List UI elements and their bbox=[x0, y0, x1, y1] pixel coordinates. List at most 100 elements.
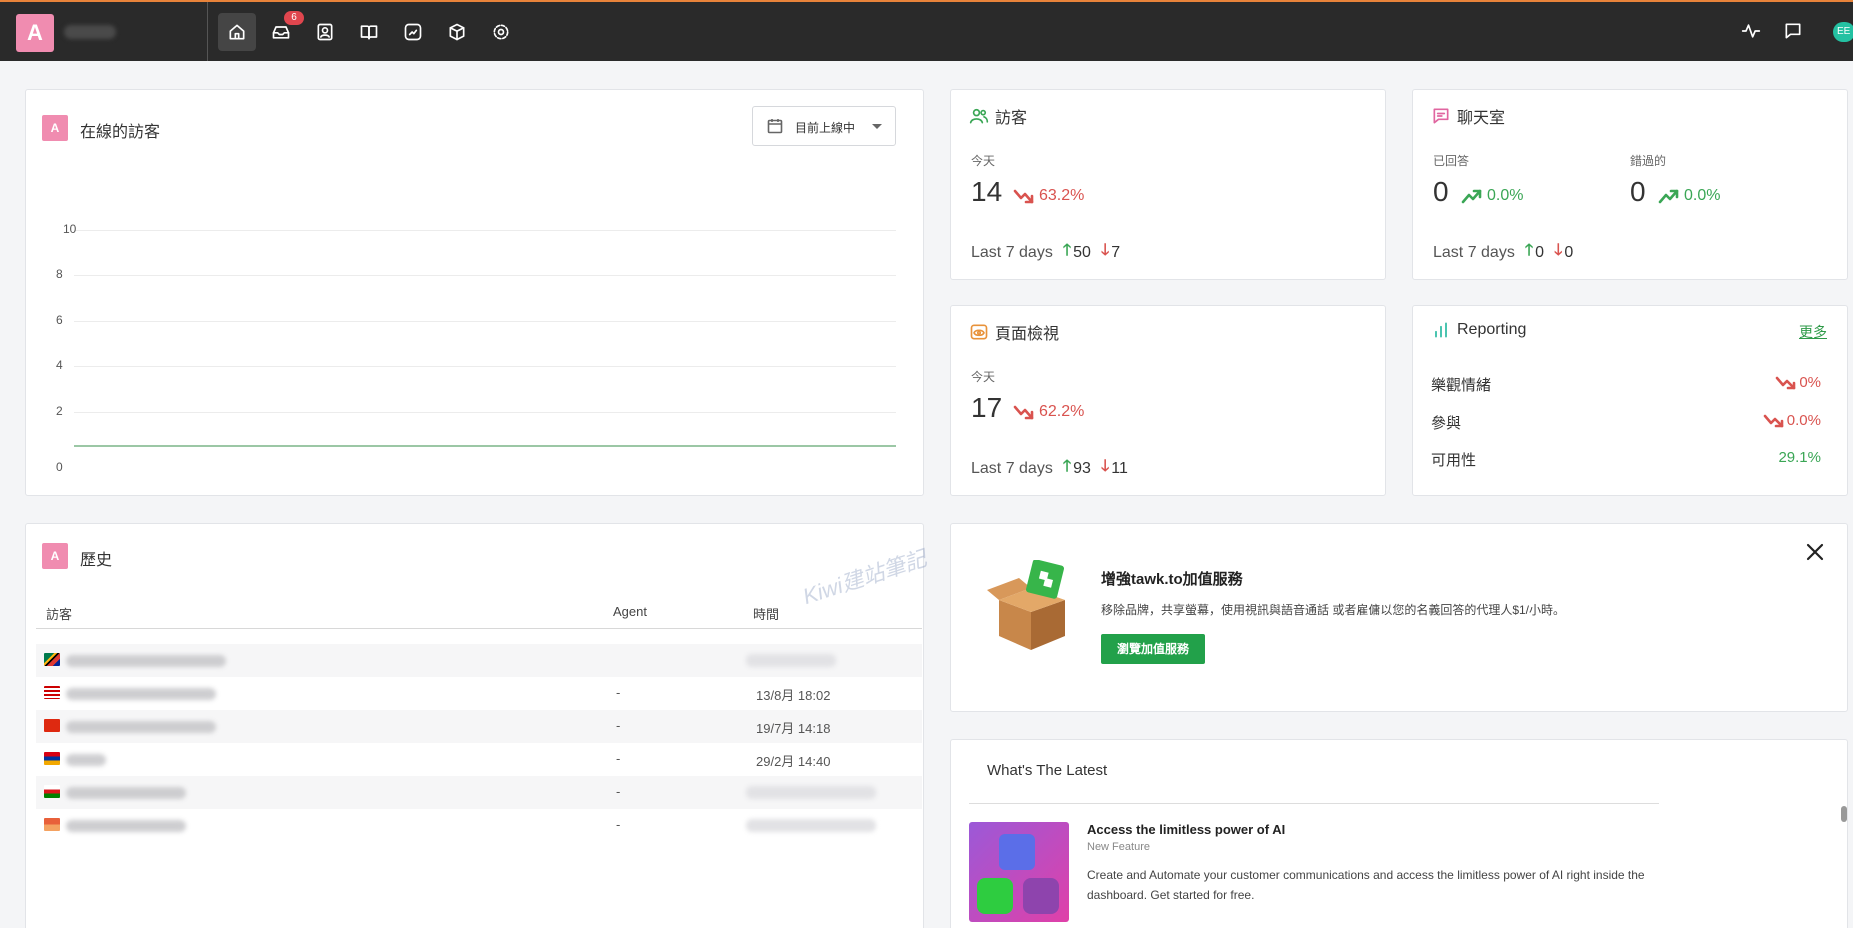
property-name-blurred bbox=[64, 25, 116, 39]
nav-settings-button[interactable] bbox=[482, 13, 520, 51]
users-icon bbox=[969, 108, 989, 124]
agent-cell: - bbox=[616, 817, 621, 832]
visitors-last7-down: 7 bbox=[1111, 243, 1121, 261]
flag-malaysia-icon bbox=[44, 686, 60, 699]
nav-knowledge-base-button[interactable] bbox=[350, 13, 388, 51]
column-header-visitor[interactable]: 訪客 bbox=[46, 604, 72, 623]
reporting-row-label: 樂觀情緒 bbox=[1431, 377, 1492, 394]
whats-latest-card: What's The Latest Access the limitless p… bbox=[950, 739, 1848, 928]
reporting-row-value: 29.1% bbox=[1778, 449, 1821, 466]
browse-addons-button[interactable]: 瀏覽加值服務 bbox=[1101, 634, 1205, 664]
pageviews-today-value: 17 bbox=[971, 392, 1003, 423]
reports-icon bbox=[404, 23, 422, 41]
chart-gridline bbox=[74, 275, 896, 277]
column-header-agent[interactable]: Agent bbox=[613, 604, 647, 619]
nav-addons-button[interactable] bbox=[438, 13, 476, 51]
answered-value: 0 bbox=[1433, 176, 1449, 207]
reporting-card: Reporting 更多 樂觀情緒 0% 參與 0.0% 可用性 29.1% bbox=[1412, 305, 1848, 496]
column-header-time[interactable]: 時間 bbox=[753, 604, 779, 623]
pageviews-last7-up: 93 bbox=[1073, 459, 1091, 477]
ai-feature-thumbnail[interactable] bbox=[969, 822, 1069, 922]
time-cell: 13/8月 18:02 bbox=[756, 688, 831, 703]
nav-inbox-button[interactable]: 6 bbox=[262, 11, 304, 51]
time-range-dropdown[interactable]: 目前上線中 bbox=[752, 106, 896, 146]
chat-button[interactable] bbox=[1783, 21, 1805, 43]
activity-icon bbox=[1741, 24, 1761, 38]
inbox-icon bbox=[272, 26, 290, 39]
reporting-row-value-text: 29.1% bbox=[1778, 449, 1821, 466]
visitor-name-blurred bbox=[66, 754, 106, 766]
visitors-title: 訪客 bbox=[995, 110, 1028, 127]
agent-cell: - bbox=[616, 784, 621, 799]
table-row[interactable] bbox=[36, 644, 922, 677]
visitors-last7-up: 50 bbox=[1073, 243, 1091, 261]
y-tick-label: 4 bbox=[56, 358, 63, 373]
answered-change-value: 0.0% bbox=[1487, 187, 1524, 204]
missed-change: 0.0% bbox=[1658, 187, 1720, 205]
chat-bubble-icon bbox=[1785, 23, 1801, 39]
latest-title: What's The Latest bbox=[987, 762, 1108, 779]
contacts-icon bbox=[317, 23, 333, 41]
reporting-row-label: 參與 bbox=[1431, 415, 1462, 432]
property-switcher[interactable]: A bbox=[0, 2, 208, 61]
y-tick-label: 2 bbox=[56, 403, 63, 418]
activity-button[interactable] bbox=[1741, 21, 1763, 43]
visitors-today-label: 今天 bbox=[971, 154, 996, 168]
last7-label: Last 7 days bbox=[971, 459, 1053, 477]
chart-series-line bbox=[74, 445, 896, 447]
visitor-name-blurred bbox=[66, 655, 226, 667]
arrow-up-icon: 🡑 bbox=[1062, 242, 1072, 259]
knowledge-base-icon bbox=[360, 25, 378, 40]
agent-cell: - bbox=[616, 685, 621, 700]
property-avatar[interactable]: A bbox=[16, 14, 54, 52]
table-row[interactable]: - bbox=[36, 809, 922, 842]
latest-divider bbox=[969, 803, 1659, 804]
visitors-change-value: 63.2% bbox=[1039, 187, 1085, 204]
promo-title: 增強tawk.to加值服務 bbox=[1101, 571, 1243, 588]
answered-change: 0.0% bbox=[1461, 187, 1523, 205]
table-row[interactable]: - 19/7月 14:18 bbox=[36, 710, 922, 743]
arrow-down-icon: 🡓 bbox=[1100, 242, 1110, 259]
chevron-down-icon bbox=[872, 124, 882, 129]
chart-gridline bbox=[74, 320, 896, 322]
reporting-row: 參與 0.0% bbox=[1431, 412, 1821, 433]
reporting-more-link[interactable]: 更多 bbox=[1799, 322, 1827, 342]
missed-label: 錯過的 bbox=[1630, 154, 1667, 168]
reporting-row: 可用性 29.1% bbox=[1431, 449, 1821, 470]
addon-promo-card: 增強tawk.to加值服務 移除品牌，共享螢幕，使用視訊與語音通話 或者雇傭以您… bbox=[950, 523, 1848, 712]
table-row[interactable]: - 29/2月 14:40 bbox=[36, 743, 922, 776]
history-card: A 歷史 訪客 Agent 時間 - 13/8月 18:02 - 19/7月 1… bbox=[25, 523, 924, 928]
pageviews-title: 頁面檢視 bbox=[995, 326, 1060, 343]
nav-home-button[interactable] bbox=[218, 13, 256, 51]
flag-oman-icon bbox=[44, 785, 60, 798]
y-tick-label: 8 bbox=[56, 267, 63, 282]
trend-down-icon bbox=[1776, 376, 1796, 389]
pageviews-today-label: 今天 bbox=[971, 370, 996, 384]
close-icon bbox=[1806, 543, 1824, 561]
y-tick-label: 6 bbox=[56, 312, 63, 327]
table-row[interactable]: - 13/8月 18:02 bbox=[36, 677, 922, 710]
nav-contacts-button[interactable] bbox=[306, 13, 344, 51]
latest-item-title[interactable]: Access the limitless power of AI bbox=[1087, 822, 1285, 837]
close-promo-button[interactable] bbox=[1805, 542, 1825, 562]
reporting-row-value: 0% bbox=[1775, 374, 1821, 391]
table-row[interactable]: - bbox=[36, 776, 922, 809]
visitors-change: 63.2% bbox=[1013, 187, 1084, 205]
time-cell: 19/7月 14:18 bbox=[756, 721, 831, 736]
user-status-button[interactable]: EE bbox=[1833, 22, 1853, 42]
history-avatar: A bbox=[42, 543, 68, 569]
online-visitors-card: A 在線的訪客 目前上線中 0 2 4 6 8 10 bbox=[25, 89, 924, 496]
inbox-count-badge: 6 bbox=[284, 11, 304, 25]
chatroom-card: 聊天室 已回答 0 0.0% 錯過的 0 0.0% Last 7 days 🡑 0… bbox=[1412, 89, 1848, 280]
scrollbar-thumb[interactable] bbox=[1841, 806, 1847, 822]
visitor-name-blurred bbox=[66, 820, 186, 832]
visitor-name-blurred bbox=[66, 721, 216, 733]
reporting-row-value-text: 0.0% bbox=[1786, 412, 1821, 429]
lightning-icon bbox=[1023, 878, 1059, 914]
eye-icon bbox=[970, 324, 988, 340]
answered-label: 已回答 bbox=[1433, 154, 1470, 168]
visitors-today-value: 14 bbox=[971, 176, 1003, 207]
nav-reports-button[interactable] bbox=[394, 13, 432, 51]
chatroom-last7-down: 0 bbox=[1564, 243, 1574, 261]
home-icon bbox=[229, 24, 245, 40]
